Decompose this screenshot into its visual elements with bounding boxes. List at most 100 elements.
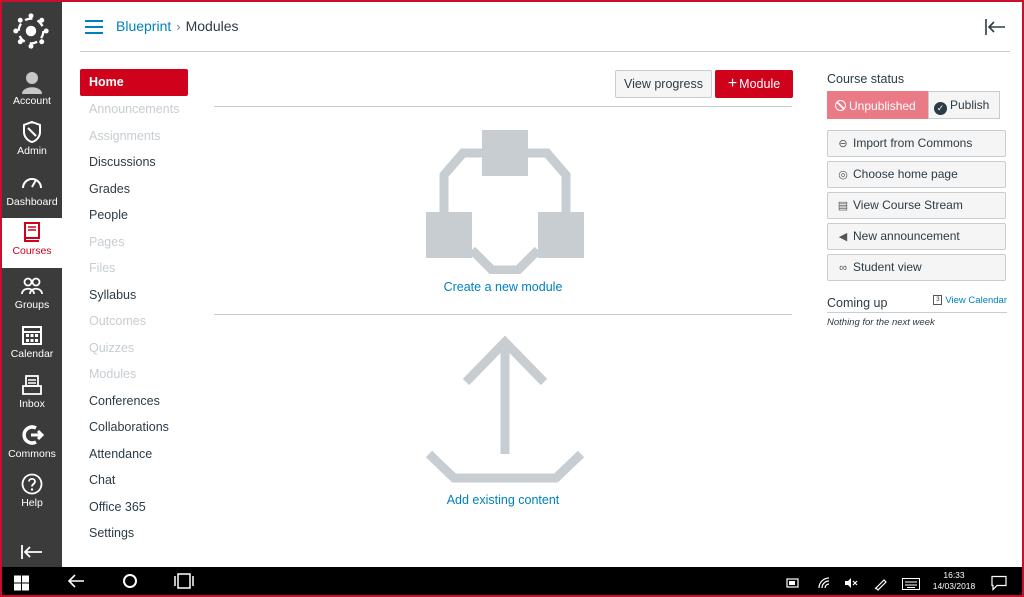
course-nav-chat[interactable]: Chat <box>80 467 188 494</box>
global-nav: Account Admin Dashboard Courses Groups C… <box>2 2 62 567</box>
user-icon <box>22 72 42 94</box>
battery-icon[interactable] <box>786 574 800 592</box>
global-nav-label: Courses <box>12 245 52 257</box>
global-nav-account[interactable]: Account <box>2 68 62 116</box>
create-module-link[interactable]: Create a new module <box>214 280 792 294</box>
global-nav-label: Admin <box>17 145 47 157</box>
search-circle-icon[interactable] <box>121 572 139 590</box>
add-module-button[interactable]: + Module <box>715 70 793 98</box>
course-nav: Home Announcements Assignments Discussio… <box>80 69 188 547</box>
course-nav-quizzes[interactable]: Quizzes <box>80 335 188 362</box>
book-icon <box>24 222 40 242</box>
global-nav-courses[interactable]: Courses <box>2 218 62 268</box>
glasses-icon: ∞ <box>839 262 847 274</box>
course-sidebar: Course status Unpublished ✓ Publish ⊖ Impo… <box>827 72 1007 328</box>
inbox-icon <box>22 375 42 395</box>
wifi-icon[interactable] <box>817 574 831 592</box>
global-nav-label: Inbox <box>19 398 45 410</box>
choose-home-page-label: Choose home page <box>853 167 958 181</box>
upload-illustration-icon <box>426 336 584 483</box>
global-nav-label: Groups <box>14 299 50 311</box>
course-nav-conferences[interactable]: Conferences <box>80 388 188 415</box>
global-nav-help[interactable]: Help <box>2 470 62 518</box>
course-nav-assignments[interactable]: Assignments <box>80 123 188 150</box>
view-calendar-label: View Calendar <box>945 295 1007 306</box>
course-nav-collaborations[interactable]: Collaborations <box>80 414 188 441</box>
plus-icon: + <box>727 75 738 92</box>
page-header: Blueprint › Modules <box>80 2 1010 52</box>
course-nav-people[interactable]: People <box>80 202 188 229</box>
add-existing-content-link[interactable]: Add existing content <box>214 493 792 507</box>
view-calendar-link[interactable]: 3 View Calendar <box>933 295 1007 306</box>
global-nav-calendar[interactable]: Calendar <box>2 321 62 369</box>
breadcrumb: Blueprint › Modules <box>116 18 239 34</box>
global-nav-admin[interactable]: Admin <box>2 118 62 166</box>
course-nav-discussions[interactable]: Discussions <box>80 149 188 176</box>
taskbar-clock[interactable]: 16:33 14/03/2018 <box>930 570 978 592</box>
breadcrumb-course-link[interactable]: Blueprint <box>116 18 171 34</box>
global-nav-groups[interactable]: Groups <box>2 272 62 320</box>
canvas-logo-icon[interactable] <box>12 12 50 50</box>
student-view-label: Student view <box>853 260 922 274</box>
student-view-button[interactable]: ∞ Student view <box>827 254 1006 281</box>
course-nav-attendance[interactable]: Attendance <box>80 441 188 468</box>
global-nav-label: Dashboard <box>6 196 58 208</box>
pen-icon[interactable] <box>874 574 888 592</box>
target-icon: ◎ <box>838 169 848 181</box>
unpublished-label: Unpublished <box>849 99 916 113</box>
add-existing-content-area[interactable]: Add existing content <box>214 330 792 520</box>
coming-up-heading: Coming up <box>827 296 888 310</box>
view-progress-button[interactable]: View progress <box>615 70 712 98</box>
import-from-commons-button[interactable]: ⊖ Import from Commons <box>827 130 1006 157</box>
windows-taskbar: 16:33 14/03/2018 <box>2 567 1022 595</box>
check-circle-icon: ✓ <box>934 102 947 115</box>
publish-toggle: Unpublished ✓ Publish <box>827 91 1007 119</box>
course-nav-pages[interactable]: Pages <box>80 229 188 256</box>
new-announcement-label: New announcement <box>853 229 960 243</box>
course-nav-home[interactable]: Home <box>80 69 188 96</box>
clock-date: 14/03/2018 <box>932 581 976 591</box>
global-nav-inbox[interactable]: Inbox <box>2 371 62 419</box>
ban-icon <box>835 100 846 111</box>
global-nav-commons[interactable]: Commons <box>2 421 62 469</box>
collapse-nav-icon[interactable] <box>20 544 44 560</box>
course-nav-syllabus[interactable]: Syllabus <box>80 282 188 309</box>
choose-home-page-button[interactable]: ◎ Choose home page <box>827 161 1006 188</box>
windows-start-icon[interactable] <box>14 574 29 592</box>
course-nav-announcements[interactable]: Announcements <box>80 96 188 123</box>
publish-button[interactable]: ✓ Publish <box>928 91 1000 119</box>
commons-icon <box>22 425 44 445</box>
course-nav-files[interactable]: Files <box>80 255 188 282</box>
calendar-icon: 3 <box>933 295 943 306</box>
global-nav-dashboard[interactable]: Dashboard <box>2 169 62 217</box>
course-nav-office-365[interactable]: Office 365 <box>80 494 188 521</box>
unpublished-button[interactable]: Unpublished <box>827 91 928 119</box>
clock-time: 16:33 <box>943 570 965 580</box>
global-nav-label: Account <box>13 95 51 107</box>
course-nav-outcomes[interactable]: Outcomes <box>80 308 188 335</box>
calendar-icon <box>22 326 42 345</box>
keyboard-icon[interactable] <box>902 575 920 593</box>
course-nav-settings[interactable]: Settings <box>80 520 188 547</box>
import-from-commons-label: Import from Commons <box>853 136 973 150</box>
course-nav-grades[interactable]: Grades <box>80 176 188 203</box>
coming-up-empty-text: Nothing for the next week <box>827 317 935 328</box>
commons-icon: ⊖ <box>838 138 848 150</box>
megaphone-icon: ◀ <box>838 231 848 243</box>
volume-muted-icon[interactable] <box>844 574 858 592</box>
breadcrumb-separator-icon: › <box>176 19 181 34</box>
course-nav-modules[interactable]: Modules <box>80 361 188 388</box>
back-arrow-icon[interactable] <box>67 572 85 590</box>
collapse-sidebar-icon[interactable] <box>984 18 1006 36</box>
task-view-icon[interactable] <box>174 572 194 590</box>
hamburger-menu-icon[interactable] <box>84 19 104 35</box>
notifications-icon[interactable] <box>991 574 1007 592</box>
new-announcement-button[interactable]: ◀ New announcement <box>827 223 1006 250</box>
create-module-area[interactable]: Create a new module <box>214 127 792 315</box>
global-nav-label: Calendar <box>10 348 54 360</box>
global-nav-label: Commons <box>8 448 56 460</box>
view-course-stream-button[interactable]: ▤ View Course Stream <box>827 192 1006 219</box>
speedometer-icon <box>22 178 42 189</box>
modules-illustration-icon <box>426 130 584 274</box>
view-course-stream-label: View Course Stream <box>853 198 963 212</box>
